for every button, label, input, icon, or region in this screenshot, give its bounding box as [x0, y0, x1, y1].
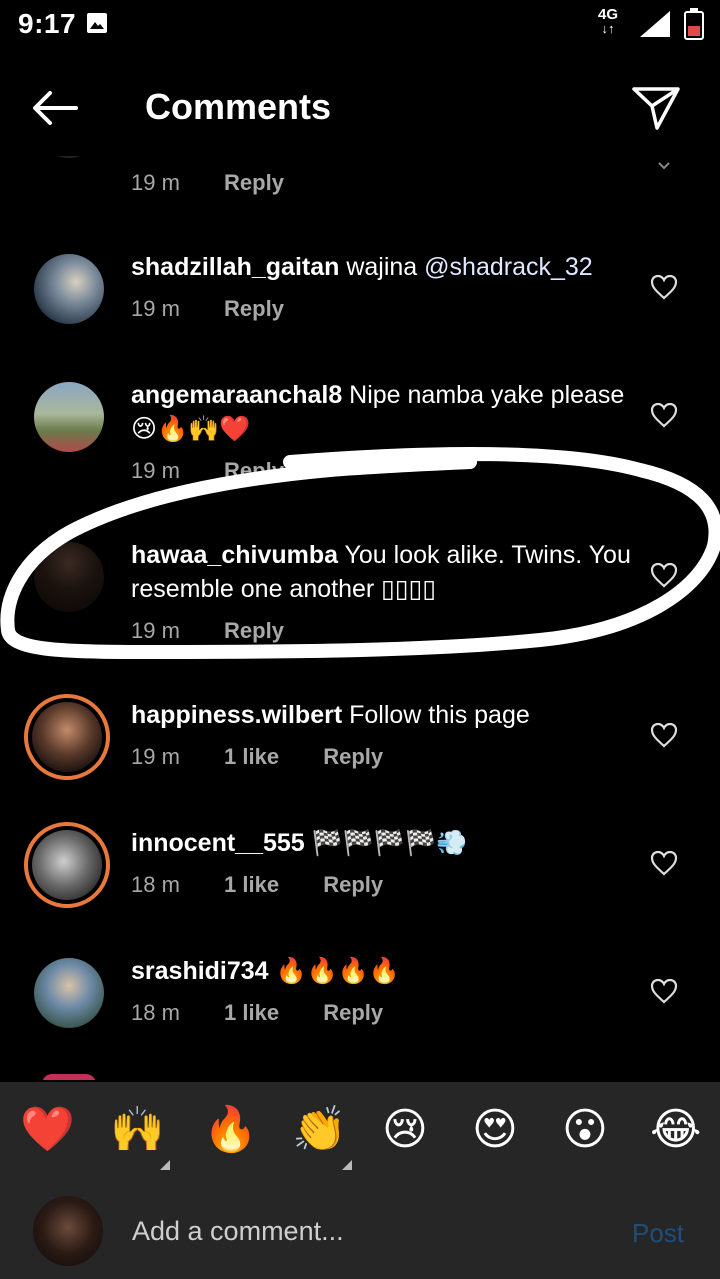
comment-body: Follow this page [342, 701, 530, 729]
avatar[interactable] [34, 156, 104, 158]
comment-item: happiness.wilbert Follow this page 19 m … [0, 694, 720, 818]
heart-outline-icon[interactable] [650, 402, 678, 428]
reply-button[interactable]: Reply [323, 1000, 383, 1025]
avatar-story-ring[interactable] [24, 694, 110, 780]
comment-time: 18 m [131, 872, 180, 897]
more-indicator [160, 1160, 170, 1170]
network-label: 4G ↓↑ [598, 6, 619, 36]
avatar[interactable] [34, 254, 104, 324]
comment-body: 🔥🔥🔥🔥 [268, 957, 401, 985]
heart-outline-icon[interactable] [650, 722, 678, 748]
comment-body: 🏁🏁🏁🏁💨 [304, 829, 468, 857]
comment-text: angemaraanchal8 Nipe namba yake please😢🔥… [131, 378, 631, 446]
comment-item: angemaraanchal8 Nipe namba yake please😢🔥… [0, 378, 720, 498]
reply-button[interactable]: Reply [323, 872, 383, 897]
comment-time: 19 m [131, 744, 180, 769]
comment-meta: 19 m Reply [131, 296, 322, 322]
send-icon[interactable] [630, 84, 682, 132]
mention-link[interactable]: @shadrack_32 [424, 253, 593, 281]
comment-text: srashidi734 🔥🔥🔥🔥 [131, 954, 631, 988]
comment-username[interactable]: happiness.wilbert [131, 701, 342, 729]
comment-meta: 19 m Reply [131, 170, 322, 196]
comment-meta: 18 m 1 like Reply [131, 1000, 421, 1026]
more-indicator [342, 1160, 352, 1170]
comment-item: innocent__555 🏁🏁🏁🏁💨 18 m 1 like Reply [0, 822, 720, 946]
battery-icon [684, 8, 704, 40]
likes-count[interactable]: 1 like [224, 872, 279, 897]
status-time: 9:17 [18, 8, 77, 39]
comment-meta: 19 m Reply [131, 618, 322, 644]
comment-text: hawaa_chivumba You look alike. Twins. Yo… [131, 538, 631, 606]
reaction-laughing[interactable]: 😂 [650, 1104, 701, 1156]
reaction-raised-hands[interactable]: 🙌 [110, 1104, 165, 1156]
my-avatar [33, 1196, 103, 1266]
reply-button[interactable]: Reply [224, 296, 284, 321]
status-bar: 9:17 4G ↓↑ [0, 0, 720, 50]
next-avatar-peek [42, 1074, 96, 1080]
avatar[interactable] [34, 382, 104, 452]
heart-outline-icon[interactable] [650, 850, 678, 876]
reply-button[interactable]: Reply [323, 744, 383, 769]
comment-time: 19 m [131, 458, 180, 483]
comment-meta: 19 m Reply [131, 458, 322, 484]
comment-item: shadzillah_gaitan wajina @shadrack_32 19… [0, 250, 720, 370]
image-icon [87, 13, 107, 33]
signal-icon [640, 11, 670, 37]
heart-outline-icon[interactable] [650, 562, 678, 588]
comment-body: wajina [339, 253, 425, 281]
page-title: Comments [145, 86, 332, 127]
back-arrow-icon[interactable] [30, 88, 80, 128]
comment-username[interactable]: shadzillah_gaitan [131, 253, 339, 281]
chevron-down-icon [658, 162, 670, 170]
comment-time: 19 m [131, 170, 180, 195]
heart-outline-icon[interactable] [650, 274, 678, 300]
comment-username[interactable]: angemaraanchal8 [131, 381, 342, 409]
reply-button[interactable]: Reply [224, 458, 284, 483]
comment-meta: 19 m 1 like Reply [131, 744, 421, 770]
reaction-crying[interactable]: 😢 [382, 1104, 428, 1156]
reaction-heart-eyes[interactable]: 😍 [472, 1104, 518, 1156]
comment-time: 18 m [131, 1000, 180, 1025]
comment-item: 19 m Reply [0, 156, 720, 196]
comment-meta: 18 m 1 like Reply [131, 872, 421, 898]
reaction-surprised[interactable]: 😮 [562, 1104, 608, 1156]
reply-button[interactable]: Reply [224, 618, 284, 643]
comment-username[interactable]: hawaa_chivumba [131, 541, 338, 569]
comment-text: happiness.wilbert Follow this page [131, 698, 631, 732]
comment-time: 19 m [131, 296, 180, 321]
reaction-heart[interactable]: ❤️ [20, 1104, 75, 1156]
avatar[interactable] [34, 542, 104, 612]
comment-composer: Post [0, 1178, 720, 1279]
avatar[interactable] [34, 958, 104, 1028]
reply-button[interactable]: Reply [224, 170, 284, 195]
comment-username[interactable]: innocent__555 [131, 829, 305, 857]
comment-item: srashidi734 🔥🔥🔥🔥 18 m 1 like Reply [0, 954, 720, 1074]
likes-count[interactable]: 1 like [224, 1000, 279, 1025]
header: Comments [0, 60, 720, 156]
reaction-fire[interactable]: 🔥 [203, 1104, 258, 1156]
comment-time: 19 m [131, 618, 180, 643]
comment-text: innocent__555 🏁🏁🏁🏁💨 [131, 826, 631, 860]
heart-outline-icon[interactable] [650, 978, 678, 1004]
comment-item: hawaa_chivumba You look alike. Twins. Yo… [0, 538, 720, 658]
comment-text: shadzillah_gaitan wajina @shadrack_32 [131, 250, 631, 284]
quick-reactions-bar: ❤️ 🙌 🔥 👏 😢 😍 😮 😂 [0, 1082, 720, 1178]
post-button[interactable]: Post [632, 1218, 684, 1249]
likes-count[interactable]: 1 like [224, 744, 279, 769]
comment-list[interactable]: 19 m Reply shadzillah_gaitan wajina @sha… [0, 156, 720, 1080]
avatar-story-ring[interactable] [24, 822, 110, 908]
comment-username[interactable]: srashidi734 [131, 957, 269, 985]
reaction-clap[interactable]: 👏 [292, 1104, 347, 1156]
comment-input[interactable] [130, 1210, 574, 1252]
